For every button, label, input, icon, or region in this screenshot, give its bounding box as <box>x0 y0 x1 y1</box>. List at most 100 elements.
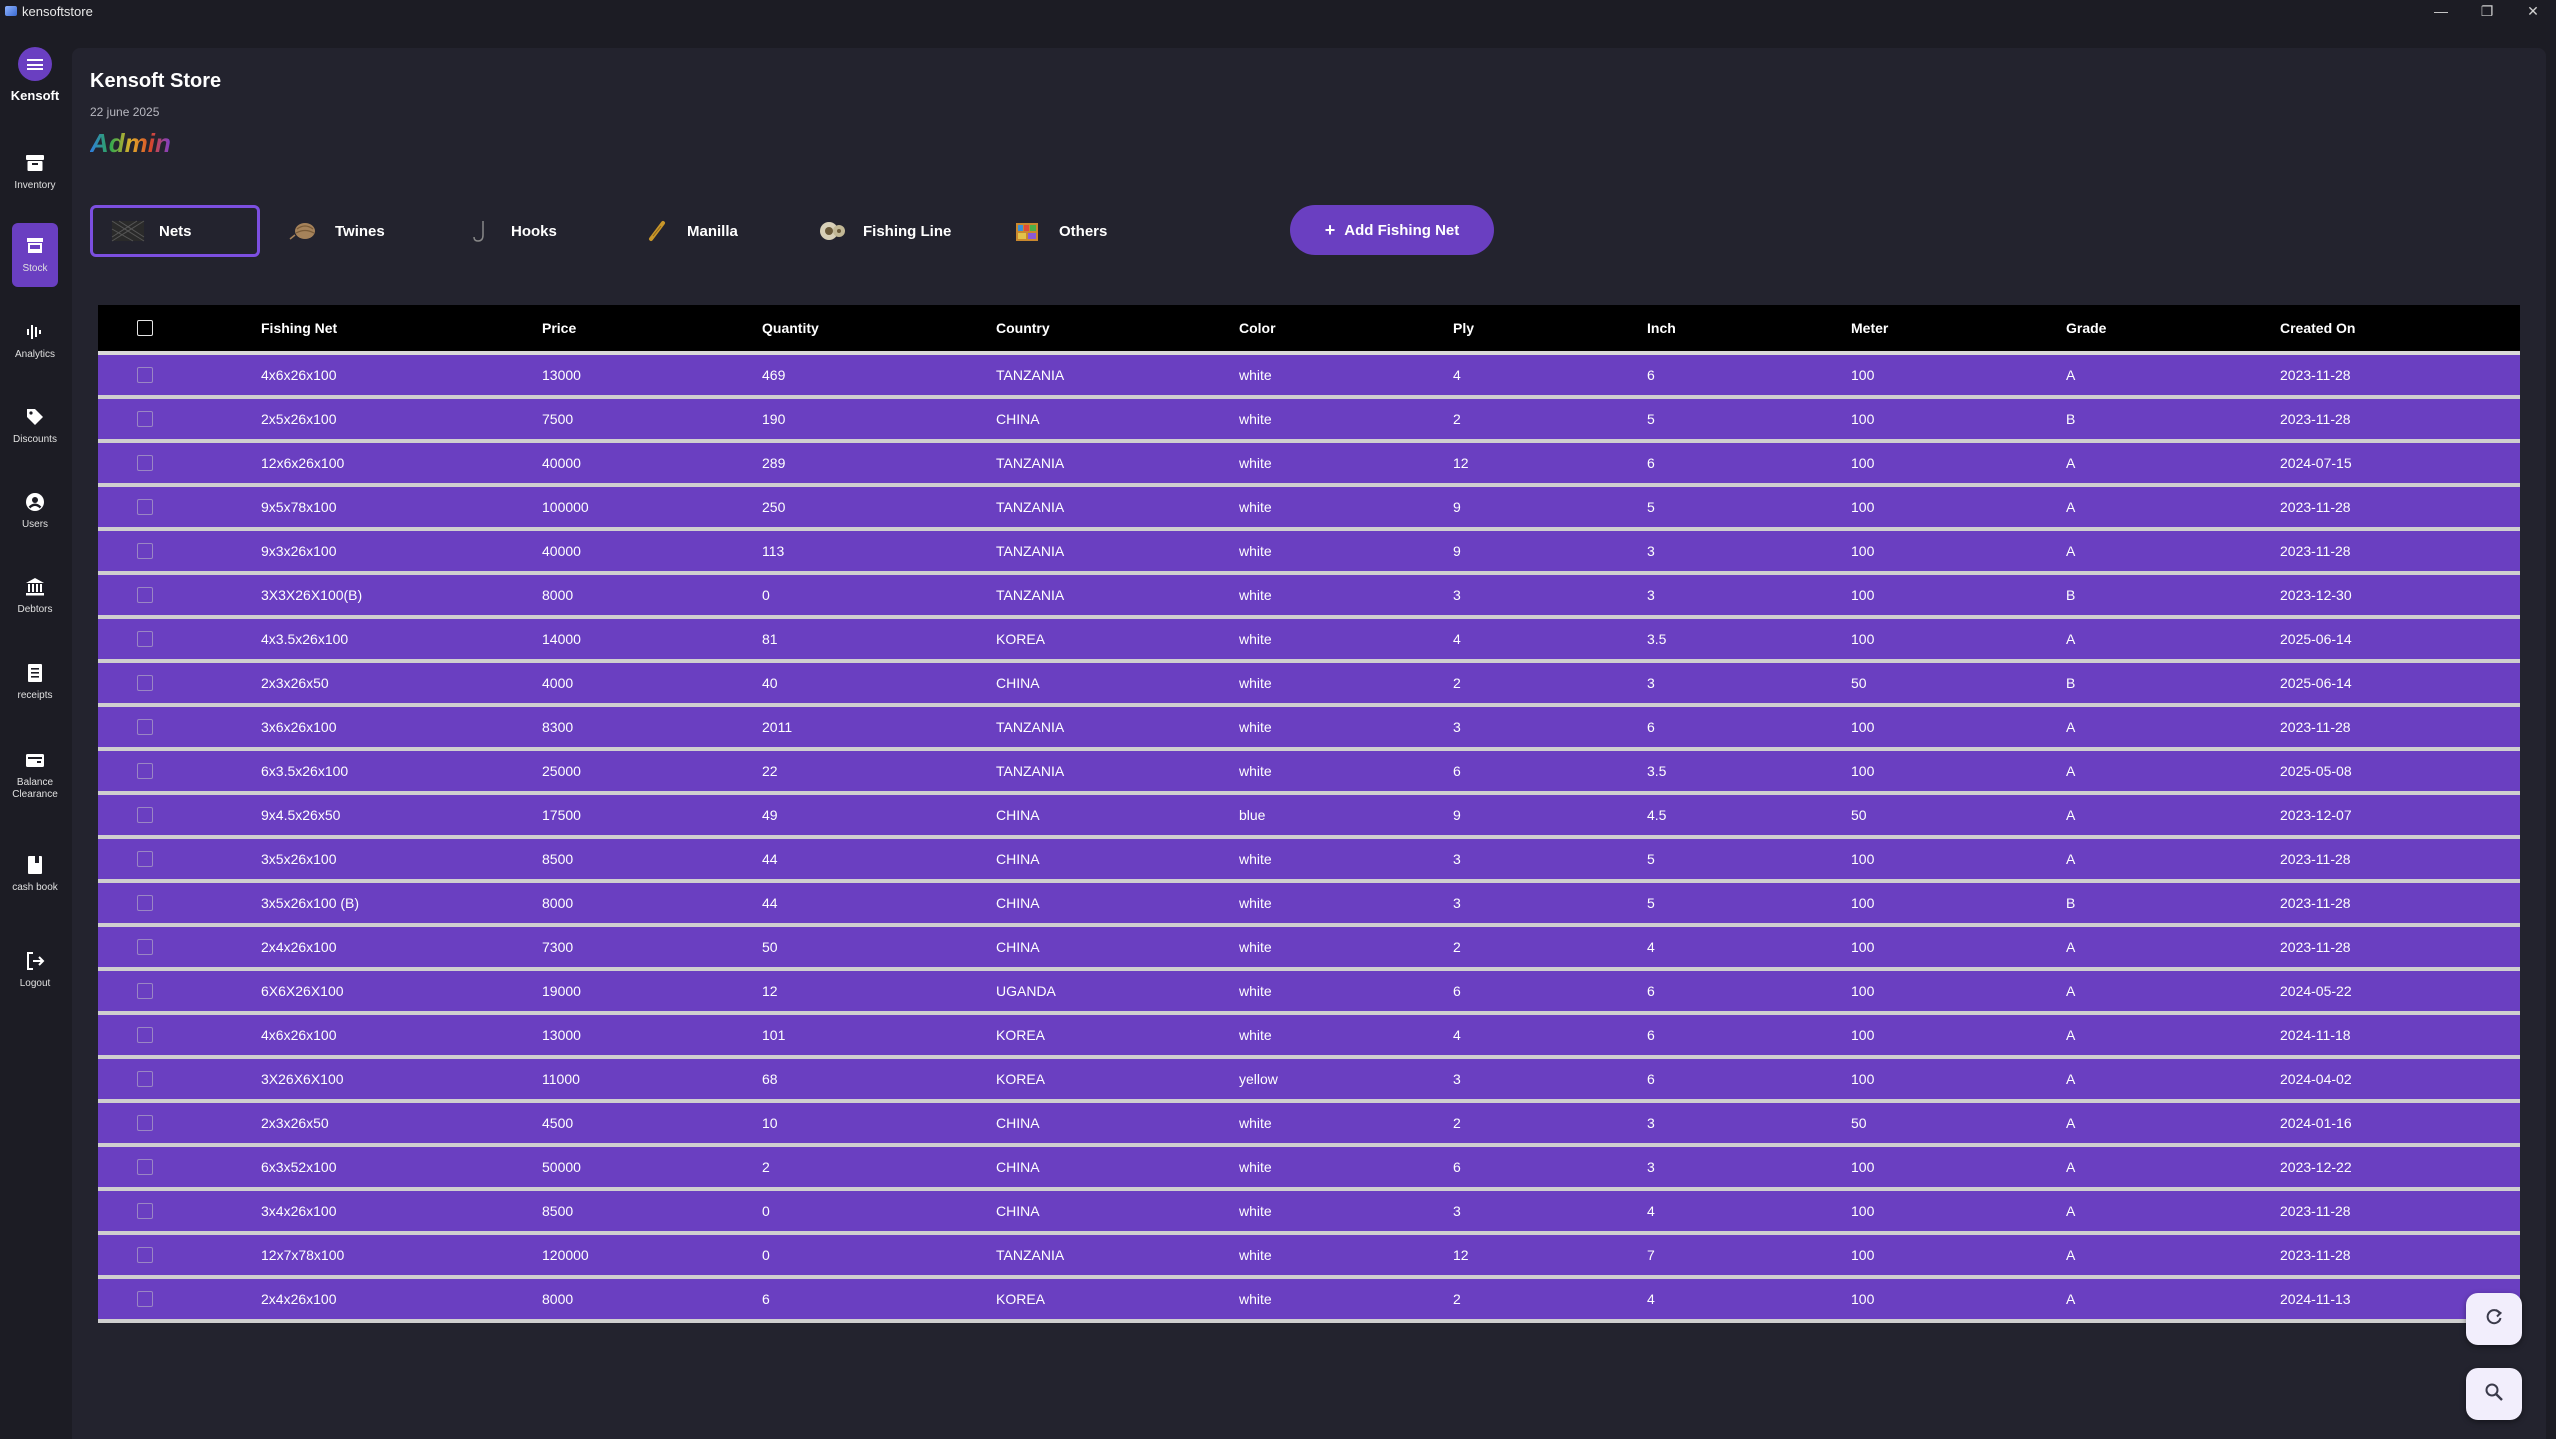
table-cell: 120000 <box>542 1247 589 1263</box>
column-header[interactable]: Color <box>1239 320 1453 336</box>
table-cell: 6 <box>1453 983 1461 999</box>
row-checkbox[interactable] <box>137 1115 153 1131</box>
column-header[interactable]: Fishing Net <box>261 320 542 336</box>
table-cell: 3.5 <box>1647 763 1667 779</box>
column-header[interactable]: Ply <box>1453 320 1647 336</box>
table-cell: 2x3x26x50 <box>261 675 329 691</box>
tab-hooks[interactable]: Hooks <box>442 205 612 257</box>
row-checkbox[interactable] <box>137 1247 153 1263</box>
table-row[interactable]: 4x6x26x100 13000 469 TANZANIA white 4 6 100 A 202… <box>98 355 2520 399</box>
table-cell: 100 <box>1851 455 1875 471</box>
table-cell: 50 <box>762 939 778 955</box>
table-row[interactable]: 6x3.5x26x100 25000 22 TANZANIA white 6 3.5 100 A… <box>98 751 2520 795</box>
row-checkbox[interactable] <box>137 367 153 383</box>
row-checkbox[interactable] <box>137 631 153 647</box>
sidebar-item-label: Inventory <box>14 180 56 191</box>
table-cell: A <box>2066 1159 2076 1175</box>
row-checkbox[interactable] <box>137 895 153 911</box>
row-checkbox[interactable] <box>137 1291 153 1307</box>
row-checkbox[interactable] <box>137 807 153 823</box>
table-row[interactable]: 2x3x26x50 4500 10 CHINA white 2 3 50 A 2024-01-16 <box>98 1103 2520 1147</box>
table-cell: 2023-11-28 <box>2280 851 2351 867</box>
column-header[interactable]: Price <box>542 320 762 336</box>
column-header[interactable]: Quantity <box>762 320 996 336</box>
table-cell: 9 <box>1453 807 1461 823</box>
tab-fishing-line[interactable]: Fishing Line <box>794 205 984 257</box>
column-header[interactable]: Meter <box>1851 320 2066 336</box>
table-cell: white <box>1239 499 1272 515</box>
table-row[interactable]: 12x6x26x100 40000 289 TANZANIA white 12 6 100 A 2… <box>98 443 2520 487</box>
refresh-button[interactable] <box>2466 1293 2522 1345</box>
table-row[interactable]: 12x7x78x100 120000 0 TANZANIA white 12 7 100 A 20… <box>98 1235 2520 1279</box>
table-cell: 100 <box>1851 367 1875 383</box>
sidebar-item-label: Discounts <box>13 434 57 445</box>
table-cell: 11000 <box>542 1071 580 1087</box>
sidebar-item-inventory[interactable]: Inventory <box>12 140 58 204</box>
row-checkbox[interactable] <box>137 983 153 999</box>
menu-logo-icon[interactable] <box>18 47 52 81</box>
table-cell: white <box>1239 675 1272 691</box>
table-cell: 4x3.5x26x100 <box>261 631 349 647</box>
table-row[interactable]: 2x5x26x100 7500 190 CHINA white 2 5 100 B 2023-11… <box>98 399 2520 443</box>
table-row[interactable]: 3X3X26X100(B) 8000 0 TANZANIA white 3 3 100 B 202… <box>98 575 2520 619</box>
column-header[interactable]: Inch <box>1647 320 1851 336</box>
tab-manilla[interactable]: Manilla <box>618 205 788 257</box>
table-cell: 6 <box>1647 1027 1655 1043</box>
table-row[interactable]: 4x3.5x26x100 14000 81 KOREA white 4 3.5 100 A 202… <box>98 619 2520 663</box>
sidebar-item-discounts[interactable]: Discounts <box>12 394 58 458</box>
row-checkbox[interactable] <box>137 411 153 427</box>
table-row[interactable]: 3x5x26x100 (B) 8000 44 CHINA white 3 5 100 B 2023… <box>98 883 2520 927</box>
table-row[interactable]: 2x4x26x100 8000 6 KOREA white 2 4 100 A 2024-11-1… <box>98 1279 2520 1323</box>
sidebar-item-users[interactable]: Users <box>12 479 58 543</box>
tab-nets[interactable]: Nets <box>90 205 260 257</box>
select-all-checkbox[interactable] <box>137 320 153 336</box>
table-row[interactable]: 2x4x26x100 7300 50 CHINA white 2 4 100 A 2023-11-… <box>98 927 2520 971</box>
row-checkbox[interactable] <box>137 1203 153 1219</box>
column-header[interactable]: Grade <box>2066 320 2280 336</box>
sidebar-item-cash-book[interactable]: cash book <box>12 837 58 911</box>
row-checkbox[interactable] <box>137 499 153 515</box>
column-header[interactable]: Created On <box>2280 320 2430 336</box>
search-button[interactable] <box>2466 1368 2522 1420</box>
sidebar-item-balance-clearance[interactable]: Balance Clearance <box>12 738 58 812</box>
table-cell: 7 <box>1647 1247 1655 1263</box>
tab-others[interactable]: Others <box>990 205 1160 257</box>
table-row[interactable]: 9x5x78x100 100000 250 TANZANIA white 9 5 100 A 20… <box>98 487 2520 531</box>
table-row[interactable]: 4x6x26x100 13000 101 KOREA white 4 6 100 A 2024-1… <box>98 1015 2520 1059</box>
table-cell: KOREA <box>996 1291 1046 1307</box>
row-checkbox[interactable] <box>137 939 153 955</box>
close-button[interactable]: ✕ <box>2510 0 2556 22</box>
restore-button[interactable]: ❐ <box>2464 0 2510 22</box>
sidebar-item-logout[interactable]: Logout <box>12 938 58 1002</box>
row-checkbox[interactable] <box>137 851 153 867</box>
row-checkbox[interactable] <box>137 587 153 603</box>
table-row[interactable]: 3x5x26x100 8500 44 CHINA white 3 5 100 A 2023-11-… <box>98 839 2520 883</box>
sidebar-item-stock[interactable]: Stock <box>12 223 58 287</box>
table-row[interactable]: 3x6x26x100 8300 2011 TANZANIA white 3 6 100 A 202… <box>98 707 2520 751</box>
table-cell: CHINA <box>996 411 1040 427</box>
table-row[interactable]: 6X6X26X100 19000 12 UGANDA white 6 6 100 A 2024-0… <box>98 971 2520 1015</box>
row-checkbox[interactable] <box>137 675 153 691</box>
sidebar-item-debtors[interactable]: Debtors <box>12 564 58 628</box>
sidebar-item-analytics[interactable]: Analytics <box>12 309 58 373</box>
row-checkbox[interactable] <box>137 719 153 735</box>
row-checkbox[interactable] <box>137 543 153 559</box>
row-checkbox[interactable] <box>137 1159 153 1175</box>
table-row[interactable]: 2x3x26x50 4000 40 CHINA white 2 3 50 B 2025-06-14 <box>98 663 2520 707</box>
row-checkbox[interactable] <box>137 1071 153 1087</box>
row-checkbox[interactable] <box>137 455 153 471</box>
table-row[interactable]: 3x4x26x100 8500 0 CHINA white 3 4 100 A 2023-11-2… <box>98 1191 2520 1235</box>
table-row[interactable]: 9x4.5x26x50 17500 49 CHINA blue 9 4.5 50 A 2023-1… <box>98 795 2520 839</box>
row-checkbox[interactable] <box>137 763 153 779</box>
table-row[interactable]: 6x3x52x100 50000 2 CHINA white 6 3 100 A 2023-12-… <box>98 1147 2520 1191</box>
column-header[interactable]: Country <box>996 320 1239 336</box>
table-cell: 100 <box>1851 763 1875 779</box>
minimize-button[interactable]: — <box>2418 0 2464 22</box>
sidebar-item-label: Analytics <box>14 349 55 360</box>
table-row[interactable]: 9x3x26x100 40000 113 TANZANIA white 9 3 100 A 202… <box>98 531 2520 575</box>
add-fishing-net-button[interactable]: + Add Fishing Net <box>1290 205 1494 255</box>
row-checkbox[interactable] <box>137 1027 153 1043</box>
table-row[interactable]: 3X26X6X100 11000 68 KOREA yellow 3 6 100 A 2024-0… <box>98 1059 2520 1103</box>
sidebar-item-receipts[interactable]: receipts <box>12 650 58 714</box>
tab-twines[interactable]: Twines <box>266 205 436 257</box>
